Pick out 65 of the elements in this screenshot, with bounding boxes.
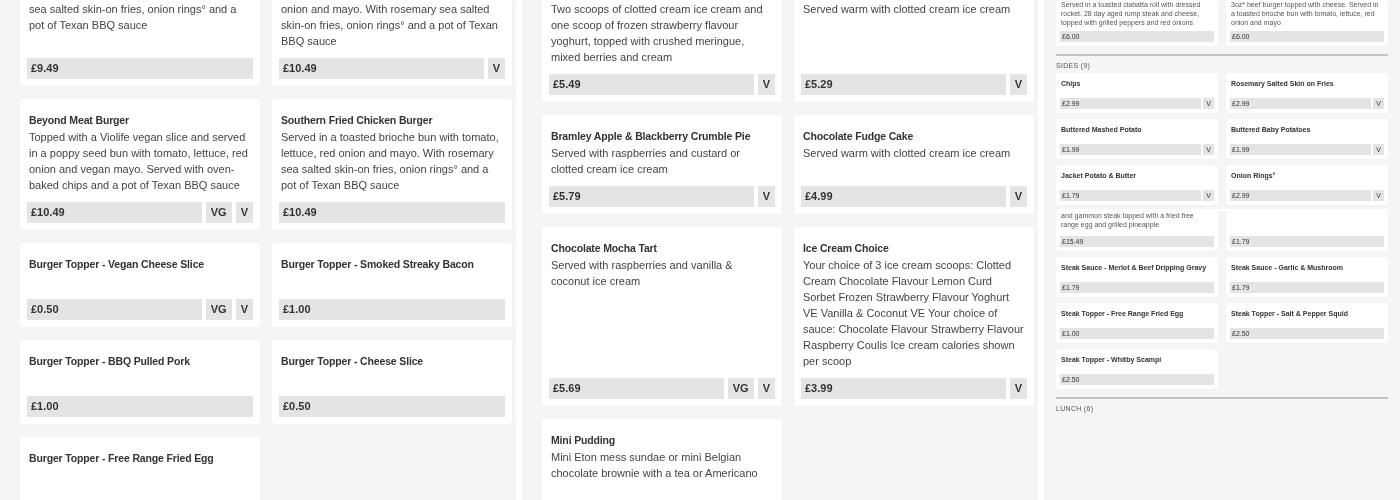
price-label: £5.69 (549, 378, 724, 399)
price-label: £1.00 (27, 396, 253, 417)
item-description: Your choice of 3 ice cream scoops: Clotted Cream Chocolate Flavour Lemon Curd Sorbet Frozen Strawberry Flavour Yoghurt VE Vanilla & Coconut VE Your choice of sauce: Chocolate Flavour Strawberry Flavour Raspberry Coulis Ice cream calories shown per scoop (802, 258, 1025, 369)
dietary-tag: VG (205, 202, 232, 223)
item-description: Served warm with clotted cream ice cream (802, 2, 1012, 17)
item-description: Mini Eton mess sundae or mini Belgian chocolate brownie with a tea or Americano (550, 450, 759, 481)
menu-item-card[interactable]: Burger Topper - BBQ Pulled Pork £1.00 (20, 340, 260, 424)
menu-item-card[interactable]: Burger Topper - Vegan Cheese Slice £0.50 VG V (20, 243, 260, 327)
price-label: £0.50 (27, 299, 202, 320)
price-label: £10.49 (279, 58, 484, 79)
item-name: Beyond Meat Burger (28, 113, 130, 128)
menu-item-card[interactable] (20, 99, 260, 230)
dietary-tag: VG (727, 378, 754, 399)
item-name: Burger Topper - Smoked Streaky Bacon (280, 257, 475, 272)
price-label: £1.00 (279, 299, 505, 320)
menu-item-card[interactable]: sea salted skin-on fries, onion rings° and a pot of Texan BBQ sauce £9.49 (20, 0, 260, 86)
item-description: Served with raspberries and vanilla & coconut ice cream (550, 258, 734, 289)
price-label: £10.49 (27, 202, 202, 223)
item-name: Burger Topper - Vegan Cheese Slice (28, 257, 205, 272)
item-name: Bramley Apple & Blackberry Crumble Pie (550, 129, 752, 144)
menu-item-card[interactable]: Burger Topper - Smoked Streaky Bacon £1.00 (272, 243, 512, 327)
menu-item-card[interactable]: Burger Topper - Cheese Slice £0.50 (272, 340, 512, 424)
price-label: £4.99 (801, 186, 1006, 207)
menu-item-card[interactable]: Two scoops of clotted cream ice cream and one scoop of frozen strawberry flavour yoghurt, topped with crushed meringue, mixed berries and cream £5.49 V (542, 0, 782, 102)
price-label: £3.99 (801, 378, 1006, 399)
dietary-tag: V (487, 58, 505, 79)
menu-item-card[interactable]: Burger Topper - Free Range Fried Egg (20, 437, 260, 500)
item-name: Burger Topper - Cheese Slice (280, 354, 425, 369)
dietary-tag: VG (205, 299, 232, 320)
item-description: sea salted skin-on fries, onion rings° and a pot of Texan BBQ sauce (28, 2, 238, 33)
menu-item-card[interactable]: Served warm with clotted cream ice cream £5.29 V (794, 0, 1034, 102)
menu-item-card[interactable]: Chocolate Mocha Tart Served with raspberries and vanilla & coconut ice cream £5.69 VG V (542, 227, 782, 406)
menu-item-card[interactable] (794, 227, 1034, 406)
item-name: Chocolate Fudge Cake (802, 129, 915, 144)
price-label: £5.29 (801, 74, 1006, 95)
dietary-tag: V (757, 186, 775, 207)
menu-item-card[interactable]: Mini Pudding Mini Eton mess sundae or mini Belgian chocolate brownie with a tea or Americano (542, 419, 782, 500)
dietary-tag: V (235, 202, 253, 223)
menu-item-card[interactable]: onion and mayo. With rosemary sea salted skin-on fries, onion rings° and a pot of Texan BBQ sauce £10.49 V (272, 0, 512, 86)
dietary-tag: V (1009, 186, 1027, 207)
menu-item-card[interactable]: Bramley Apple & Blackberry Crumble Pie Served with raspberries and custard or clotted cream ice cream £5.79 V (542, 115, 782, 214)
item-description: Served with raspberries and custard or clotted cream ice cream (550, 146, 741, 177)
price-label: £0.50 (279, 396, 505, 417)
price-label: £5.79 (549, 186, 754, 207)
dietary-tag: V (235, 299, 253, 320)
item-name: Burger Topper - Free Range Fried Egg (28, 451, 215, 466)
item-description: Two scoops of clotted cream ice cream and one scoop of frozen strawberry flavour yoghurt, topped with crushed meringue, mixed berries and cream (550, 2, 764, 65)
dietary-tag: V (757, 378, 775, 399)
price-label: £10.49 (279, 202, 505, 223)
item-name: Chocolate Mocha Tart (550, 241, 658, 256)
dietary-tag: V (1009, 378, 1027, 399)
dietary-tag: V (757, 74, 775, 95)
menu-item-card[interactable]: Southern Fried Chicken Burger Served in a toasted brioche bun with tomato, lettuce, red onion and mayo. With rosemary sea salted skin-on fries, onion rings° and a pot of Texan BBQ sauce £10.49 (272, 99, 512, 230)
dietary-tag: V (1009, 74, 1027, 95)
item-description: Served warm with clotted cream ice cream (802, 146, 1012, 161)
item-name: Southern Fried Chicken Burger (280, 113, 434, 128)
price-label: £5.49 (549, 74, 754, 95)
item-description: Served in a toasted brioche bun with tomato, lettuce, red onion and mayo. With rosemary sea salted skin-on fries, onion rings° and a pot of Texan BBQ sauce (280, 130, 500, 193)
item-name: Mini Pudding (550, 433, 617, 448)
item-name: Ice Cream Choice (802, 241, 890, 256)
price-label: £9.49 (27, 58, 253, 79)
menu-item-card[interactable]: Chocolate Fudge Cake Served warm with clotted cream ice cream £4.99 V (794, 115, 1034, 214)
item-description: onion and mayo. With rosemary sea salted skin-on fries, onion rings° and a pot of Texan BBQ sauce (280, 2, 499, 49)
item-name: Burger Topper - BBQ Pulled Pork (28, 354, 191, 369)
item-description: Topped with a Violife vegan slice and served in a poppy seed bun with tomato, lettuce, red onion and vegan mayo. Served with oven-baked chips and a pot of Texan BBQ sauce (28, 130, 249, 193)
